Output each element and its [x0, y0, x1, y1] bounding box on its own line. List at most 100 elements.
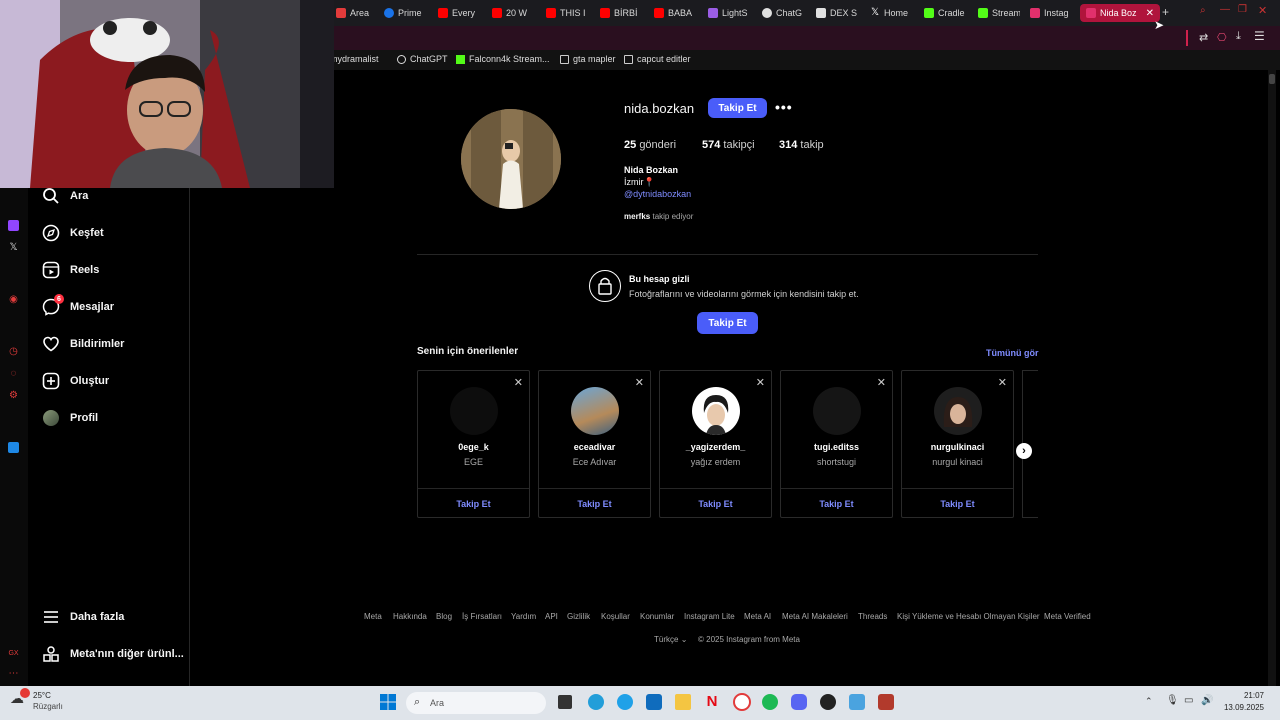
new-tab-icon[interactable]: +: [1162, 5, 1169, 19]
close-tab-icon[interactable]: ✕: [1146, 8, 1154, 19]
spotify-icon[interactable]: [762, 694, 778, 710]
clock-date[interactable]: 13.09.2025: [1220, 703, 1264, 712]
edge-icon[interactable]: [617, 694, 633, 710]
tab-active[interactable]: Nida Boz ✕: [1080, 4, 1160, 22]
obs-icon[interactable]: [820, 694, 836, 710]
profile-avatar[interactable]: [461, 109, 561, 209]
suggestion-follow-button[interactable]: Takip Et: [781, 499, 892, 509]
dismiss-icon[interactable]: ✕: [998, 376, 1007, 389]
footer-link[interactable]: Koşullar: [601, 612, 630, 621]
maximize-icon[interactable]: ❐: [1238, 4, 1247, 15]
nav-notifications[interactable]: Bildirimler: [42, 335, 124, 353]
suggestion-username[interactable]: 0ege_k: [418, 442, 529, 452]
taskbar-search[interactable]: ⌕ Ara: [406, 692, 546, 714]
footer-link[interactable]: Threads: [858, 612, 887, 621]
dismiss-icon[interactable]: ✕: [756, 376, 765, 389]
opera-gx-icon[interactable]: [733, 693, 751, 711]
record-icon[interactable]: ◉: [8, 294, 19, 305]
outlook-icon[interactable]: [646, 694, 662, 710]
wallet-icon[interactable]: ⎔: [1217, 31, 1227, 44]
private-follow-button[interactable]: Takip Et: [697, 312, 758, 334]
menu-icon[interactable]: ☰: [1254, 29, 1265, 43]
following-stat[interactable]: 314 takip: [779, 139, 824, 151]
footer-link[interactable]: İş Fırsatları: [462, 612, 502, 621]
dismiss-icon[interactable]: ✕: [877, 376, 886, 389]
suggestion-avatar[interactable]: [571, 387, 619, 435]
gx-icon[interactable]: GX: [8, 648, 19, 659]
volume-icon[interactable]: 🔊: [1201, 695, 1213, 706]
footer-link[interactable]: Blog: [436, 612, 452, 621]
task-view-icon[interactable]: [558, 695, 572, 709]
extensions-icon[interactable]: ⇄: [1199, 31, 1208, 44]
more-icon[interactable]: ⋯: [8, 668, 19, 679]
tab-12[interactable]: Stream: [978, 4, 1020, 22]
app-icon[interactable]: [8, 442, 19, 453]
history-icon[interactable]: ◷: [8, 346, 19, 357]
nav-profile[interactable]: Profil: [42, 409, 98, 427]
tab-6[interactable]: BABA: [654, 4, 694, 22]
clock-time[interactable]: 21:07: [1232, 691, 1264, 700]
discord-icon[interactable]: [791, 694, 807, 710]
network-icon[interactable]: ▭: [1184, 695, 1193, 706]
followed-by[interactable]: merfks takip ediyor: [624, 212, 693, 221]
tab-8[interactable]: ChatG: [762, 4, 802, 22]
suggestion-username[interactable]: eceadivar: [539, 442, 650, 452]
chat-icon[interactable]: ◌: [8, 368, 19, 379]
app-icon[interactable]: [849, 694, 865, 710]
tab-0[interactable]: Area n: [336, 4, 372, 22]
footer-link[interactable]: API: [545, 612, 558, 621]
nav-create[interactable]: Oluştur: [42, 372, 109, 390]
dismiss-icon[interactable]: ✕: [514, 376, 523, 389]
download-icon[interactable]: ⤓: [1236, 30, 1241, 43]
scrollbar[interactable]: [1268, 70, 1276, 686]
suggestion-username[interactable]: tugi.editss: [781, 442, 892, 452]
bookmark-gta-mapler[interactable]: gta mapler: [560, 54, 616, 64]
suggestion-follow-button[interactable]: Takip Et: [660, 499, 771, 509]
chevron-up-icon[interactable]: ⌃: [1145, 696, 1153, 707]
tab-7[interactable]: LightS: [708, 4, 750, 22]
footer-link[interactable]: Gizlilik: [567, 612, 590, 621]
footer-link[interactable]: Instagram Lite: [684, 612, 735, 621]
footer-link[interactable]: Meta Verified: [1044, 612, 1091, 621]
footer-link[interactable]: Hakkında: [393, 612, 427, 621]
footer-link[interactable]: Meta: [364, 612, 382, 621]
x-logo-icon[interactable]: 𝕏: [8, 242, 19, 253]
suggestion-avatar[interactable]: [450, 387, 498, 435]
minimize-icon[interactable]: —: [1220, 4, 1230, 15]
search-tabs-icon[interactable]: ⌕: [1200, 5, 1206, 16]
bookmark-mydramalist[interactable]: mydramalist: [330, 54, 379, 64]
netflix-icon[interactable]: N: [704, 693, 720, 711]
see-all-link[interactable]: Tümünü gör: [986, 348, 1039, 358]
bookmark-chatgpt[interactable]: ChatGPT: [397, 54, 448, 64]
windows-start-icon[interactable]: [380, 694, 396, 710]
close-window-icon[interactable]: ✕: [1258, 4, 1267, 17]
scrollbar-thumb[interactable]: [1269, 74, 1275, 84]
more-options-icon[interactable]: •••: [775, 99, 793, 115]
suggestion-avatar[interactable]: [934, 387, 982, 435]
suggestion-username[interactable]: _yagizerdem_: [660, 442, 771, 452]
profile-bio-link[interactable]: @dytnidabozkan: [624, 189, 691, 199]
suggestion-follow-button[interactable]: Takip Et: [418, 499, 529, 509]
tab-10[interactable]: 𝕏 Home: [870, 4, 910, 22]
suggestion-avatar[interactable]: [692, 387, 740, 435]
microphone-icon[interactable]: 🎙: [1166, 695, 1179, 706]
language-select[interactable]: Türkçe ⌄: [654, 635, 687, 644]
bookmark-falconn[interactable]: Falconn4k Stream...: [456, 54, 550, 64]
nav-more[interactable]: Daha fazla: [42, 608, 124, 626]
tab-5[interactable]: BİRBİ: [600, 4, 640, 22]
suggestion-follow-button[interactable]: Takip Et: [902, 499, 1013, 509]
bookmark-capcut[interactable]: capcut editler: [624, 54, 691, 64]
telegram-icon[interactable]: [588, 694, 604, 710]
tab-2[interactable]: Every: [438, 4, 478, 22]
game-icon[interactable]: [878, 694, 894, 710]
twitch-icon[interactable]: [8, 220, 19, 231]
followers-stat[interactable]: 574 takipçi: [702, 139, 755, 151]
nav-reels[interactable]: Reels: [42, 261, 99, 279]
file-explorer-icon[interactable]: [675, 694, 691, 710]
tab-3[interactable]: 20 W: [492, 4, 532, 22]
dismiss-icon[interactable]: ✕: [635, 376, 644, 389]
nav-messages[interactable]: 6 Mesajlar: [42, 294, 114, 316]
follow-button[interactable]: Takip Et: [708, 98, 767, 118]
settings-icon[interactable]: ⚙: [8, 390, 19, 401]
tab-9[interactable]: DEX S: [816, 4, 858, 22]
